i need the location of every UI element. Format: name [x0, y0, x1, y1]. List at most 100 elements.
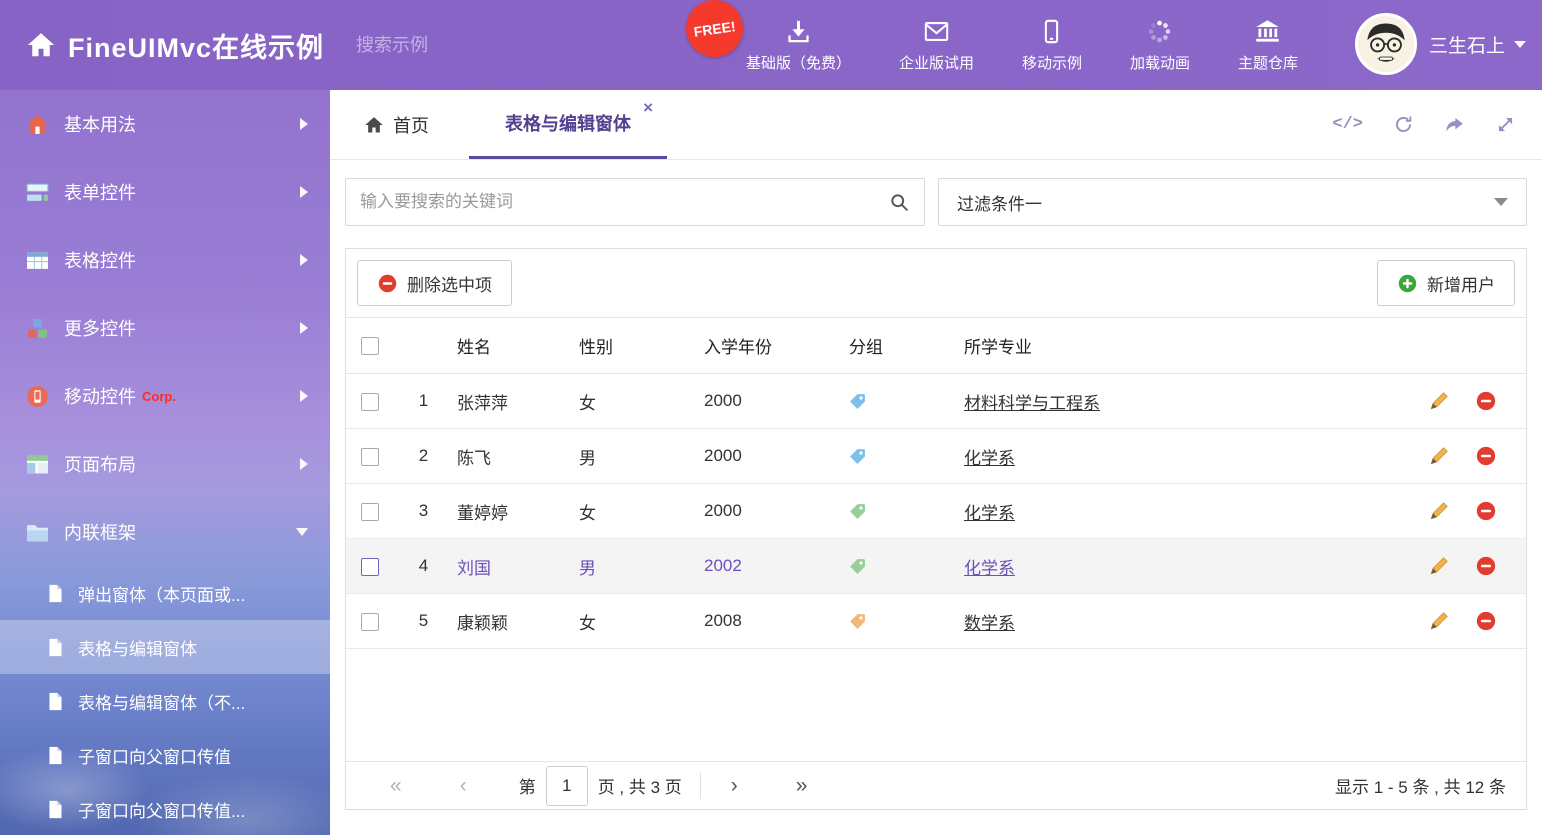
sidebar-item-label: 表格控件: [64, 247, 136, 273]
delete-icon[interactable]: [1475, 445, 1497, 467]
last-page-icon[interactable]: »: [796, 775, 808, 796]
cell-name: 董婷婷: [451, 484, 573, 539]
edit-icon[interactable]: [1428, 555, 1450, 577]
close-icon[interactable]: ×: [643, 99, 653, 116]
tab-label: 表格与编辑窗体: [505, 110, 631, 136]
row-index: 5: [396, 594, 451, 649]
sidebar-item-grid-controls[interactable]: 表格控件: [0, 226, 330, 294]
row-checkbox[interactable]: [361, 448, 379, 466]
chevron-down-icon: [1514, 41, 1526, 48]
tab-label: 首页: [393, 112, 429, 138]
edit-icon[interactable]: [1428, 500, 1450, 522]
file-icon: [46, 584, 65, 603]
avatar[interactable]: [1355, 13, 1417, 75]
delete-selected-button[interactable]: 删除选中项: [357, 260, 512, 306]
edit-icon[interactable]: [1428, 390, 1450, 412]
sidebar-item-more-controls[interactable]: 更多控件: [0, 294, 330, 362]
page-prefix: 第: [519, 773, 536, 798]
nav-theme-repo[interactable]: 主题仓库: [1230, 18, 1306, 73]
sidebar-subitem-grid-edit-window[interactable]: 表格与编辑窗体: [0, 620, 330, 674]
header-search-input[interactable]: [356, 35, 588, 56]
keyword-search-input[interactable]: [360, 192, 889, 212]
pagination-bar: « ‹ 第 页 , 共 3 页 › » 显示 1 - 5 条 , 共 12 条: [346, 761, 1526, 809]
folder-icon: [26, 521, 49, 544]
tab-grid-edit-window[interactable]: 表格与编辑窗体 ×: [469, 90, 667, 159]
next-page-icon[interactable]: ›: [731, 775, 738, 796]
filter-dropdown[interactable]: 过滤条件一: [938, 178, 1527, 226]
expand-icon[interactable]: [1495, 114, 1516, 135]
major-link[interactable]: 化学系: [964, 559, 1015, 578]
sidebar-subitem-label: 子窗口向父窗口传值...: [78, 797, 245, 822]
keyword-search-box: [345, 178, 925, 226]
delete-icon[interactable]: [1475, 390, 1497, 412]
user-menu[interactable]: 三生石上: [1355, 13, 1526, 75]
divider: [700, 773, 701, 799]
major-link[interactable]: 化学系: [964, 504, 1015, 523]
nav-loading-animation[interactable]: 加载动画: [1122, 18, 1198, 73]
sidebar-subitem-child-to-parent[interactable]: 子窗口向父窗口传值: [0, 728, 330, 782]
pagination-summary: 显示 1 - 5 条 , 共 12 条: [1335, 773, 1506, 798]
edit-icon[interactable]: [1428, 445, 1450, 467]
nav-basic-free[interactable]: 基础版（免费）: [738, 18, 859, 73]
select-all-checkbox[interactable]: [361, 337, 379, 355]
form-icon: [26, 181, 49, 204]
nav-enterprise-trial[interactable]: 企业版试用: [891, 18, 982, 73]
refresh-icon[interactable]: [1393, 114, 1414, 135]
col-year: 入学年份: [698, 318, 843, 374]
cell-gender: 女: [573, 594, 698, 649]
major-link[interactable]: 数学系: [964, 614, 1015, 633]
row-checkbox[interactable]: [361, 613, 379, 631]
col-name: 姓名: [451, 318, 573, 374]
sidebar-item-page-layout[interactable]: 页面布局: [0, 430, 330, 498]
col-index: [396, 318, 451, 374]
nav-mobile-demo[interactable]: 移动示例: [1014, 18, 1090, 73]
sidebar-item-form-controls[interactable]: 表单控件: [0, 158, 330, 226]
delete-icon[interactable]: [1475, 555, 1497, 577]
page-number-input[interactable]: [546, 766, 588, 806]
chevron-right-icon: [300, 186, 308, 198]
major-link[interactable]: 化学系: [964, 449, 1015, 468]
nav-label: 企业版试用: [899, 52, 974, 73]
table-header-row: 姓名 性别 入学年份 分组 所学专业: [346, 318, 1526, 374]
sidebar-subitem-child-to-parent-2[interactable]: 子窗口向父窗口传值...: [0, 782, 330, 835]
first-page-icon[interactable]: «: [390, 775, 402, 796]
sidebar-item-mobile-controls[interactable]: 移动控件 Corp.: [0, 362, 330, 430]
nav-label: 加载动画: [1130, 52, 1190, 73]
tag-icon: [849, 448, 866, 465]
edit-icon[interactable]: [1428, 610, 1450, 632]
sidebar-subitem-label: 子窗口向父窗口传值: [78, 743, 231, 768]
cell-gender: 女: [573, 484, 698, 539]
sidebar-item-iframe[interactable]: 内联框架: [0, 498, 330, 566]
delete-icon[interactable]: [1475, 500, 1497, 522]
table-row: 1 张萍萍 女 2000 材料科学与工程系: [346, 374, 1526, 429]
filter-row: 过滤条件一: [345, 178, 1527, 226]
row-checkbox[interactable]: [361, 393, 379, 411]
sidebar-subitem-grid-edit-window-2[interactable]: 表格与编辑窗体（不...: [0, 674, 330, 728]
sidebar-item-basic-usage[interactable]: 基本用法: [0, 90, 330, 158]
minus-circle-icon: [377, 273, 398, 294]
cell-name: 张萍萍: [451, 374, 573, 429]
students-table: 姓名 性别 入学年份 分组 所学专业 1 张萍萍 女 2000 材料科学与工程系: [346, 317, 1526, 649]
chevron-down-icon: [1494, 198, 1508, 206]
prev-page-icon[interactable]: ‹: [460, 775, 467, 796]
tag-icon: [849, 613, 866, 630]
file-icon: [46, 692, 65, 711]
file-icon: [46, 638, 65, 657]
sidebar-item-label: 内联框架: [64, 519, 136, 545]
delete-icon[interactable]: [1475, 610, 1497, 632]
tab-home[interactable]: 首页: [348, 90, 445, 159]
app-home-icon[interactable]: [26, 30, 56, 60]
layout-icon: [26, 453, 49, 476]
row-checkbox[interactable]: [361, 503, 379, 521]
nav-label: 主题仓库: [1238, 52, 1298, 73]
open-new-window-icon[interactable]: [1444, 114, 1465, 135]
major-link[interactable]: 材料科学与工程系: [964, 394, 1100, 413]
sidebar-subitem-popup-window[interactable]: 弹出窗体（本页面或...: [0, 566, 330, 620]
table-row-selected: 4 刘国 男 2002 化学系: [346, 539, 1526, 594]
add-user-button[interactable]: 新增用户: [1377, 260, 1515, 306]
search-icon[interactable]: [889, 192, 910, 213]
row-index: 3: [396, 484, 451, 539]
chevron-right-icon: [300, 458, 308, 470]
row-checkbox[interactable]: [361, 558, 379, 576]
source-code-icon[interactable]: </>: [1332, 115, 1363, 134]
